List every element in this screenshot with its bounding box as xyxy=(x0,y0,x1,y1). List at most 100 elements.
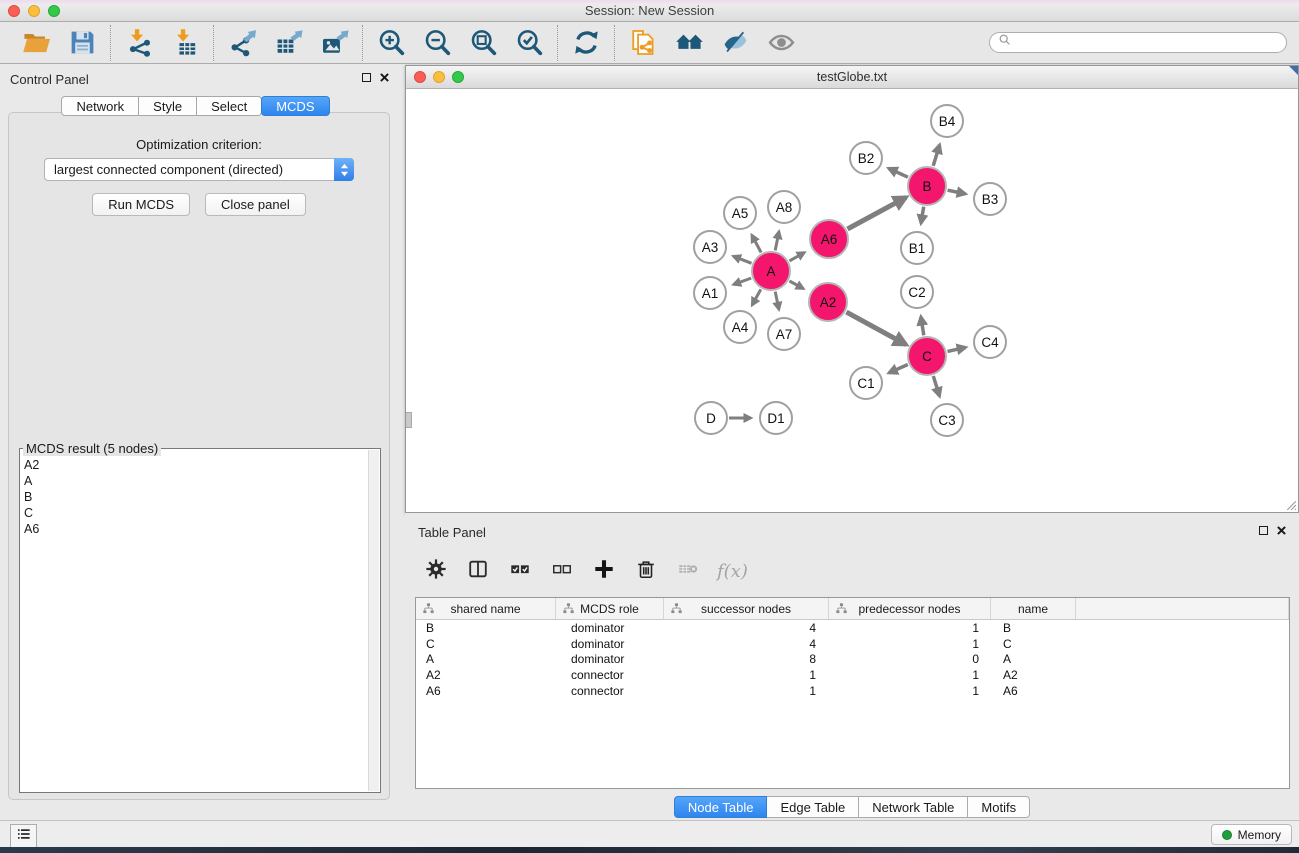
cell[interactable]: 1 xyxy=(829,667,991,683)
mcds-result-item[interactable]: B xyxy=(24,489,366,505)
edge-A-A1[interactable] xyxy=(734,278,752,284)
export-table-button[interactable] xyxy=(271,26,305,60)
import-table-button[interactable] xyxy=(168,26,202,60)
function-builder-button[interactable]: f(x) xyxy=(717,561,748,582)
node-D[interactable]: D xyxy=(694,401,728,435)
column-header-successor-nodes[interactable]: successor nodes xyxy=(664,598,829,619)
cell[interactable]: C xyxy=(991,636,1076,652)
node-A5[interactable]: A5 xyxy=(723,196,757,230)
node-B4[interactable]: B4 xyxy=(930,104,964,138)
edge-C-C1[interactable] xyxy=(889,365,908,373)
cell[interactable]: 4 xyxy=(664,636,829,652)
node-A1[interactable]: A1 xyxy=(693,276,727,310)
cell[interactable]: 0 xyxy=(829,652,991,668)
edge-A6-B[interactable] xyxy=(848,197,906,229)
node-C4[interactable]: C4 xyxy=(973,325,1007,359)
table-row[interactable]: Bdominator41B xyxy=(416,620,1289,636)
tab-motifs[interactable]: Motifs xyxy=(968,796,1030,818)
cell[interactable]: A6 xyxy=(991,683,1076,699)
node-B3[interactable]: B3 xyxy=(973,182,1007,216)
home-view-button[interactable] xyxy=(672,26,706,60)
node-A2[interactable]: A2 xyxy=(808,282,848,322)
edge-B-B3[interactable] xyxy=(948,190,966,194)
edge-B-B4[interactable] xyxy=(933,145,939,166)
close-table-panel-icon[interactable] xyxy=(1277,526,1286,535)
open-session-button[interactable] xyxy=(19,26,53,60)
cell[interactable]: C xyxy=(416,636,556,652)
cell[interactable]: A2 xyxy=(991,667,1076,683)
cell[interactable]: 1 xyxy=(829,683,991,699)
tab-mcds[interactable]: MCDS xyxy=(261,96,329,116)
settings-button[interactable] xyxy=(423,558,449,584)
column-header-name[interactable]: name xyxy=(991,598,1076,619)
show-hide-button[interactable] xyxy=(764,26,798,60)
edge-A-A5[interactable] xyxy=(752,235,761,253)
node-C2[interactable]: C2 xyxy=(900,275,934,309)
edge-A-A2[interactable] xyxy=(789,281,803,289)
tab-select[interactable]: Select xyxy=(197,96,262,116)
delete-row-button[interactable] xyxy=(633,558,659,584)
close-panel-button[interactable]: Close panel xyxy=(205,193,306,216)
table-row[interactable]: A6connector11A6 xyxy=(416,683,1289,699)
task-history-button[interactable] xyxy=(10,824,37,848)
tab-style[interactable]: Style xyxy=(139,96,197,116)
node-C[interactable]: C xyxy=(907,336,947,376)
import-network-button[interactable] xyxy=(122,26,156,60)
clone-network-button[interactable] xyxy=(626,26,660,60)
edge-A2-C[interactable] xyxy=(846,312,906,344)
cell[interactable]: 1 xyxy=(664,667,829,683)
node-D1[interactable]: D1 xyxy=(759,401,793,435)
table-row[interactable]: A2connector11A2 xyxy=(416,667,1289,683)
float-table-panel-icon[interactable] xyxy=(1259,526,1268,535)
cell[interactable]: A xyxy=(416,652,556,668)
cell[interactable]: connector xyxy=(556,683,664,699)
tab-edge-table[interactable]: Edge Table xyxy=(767,796,859,818)
cell[interactable]: B xyxy=(416,620,556,636)
network-canvas[interactable]: B4B2BB3A5A8A6A3B1AA1C2A2A4A7CC4C1C3DD1 xyxy=(406,89,1298,512)
cell[interactable]: 1 xyxy=(664,683,829,699)
node-A[interactable]: A xyxy=(751,251,791,291)
node-A6[interactable]: A6 xyxy=(809,219,849,259)
cell[interactable]: connector xyxy=(556,667,664,683)
run-mcds-button[interactable]: Run MCDS xyxy=(92,193,190,216)
cell[interactable]: B xyxy=(991,620,1076,636)
cell[interactable]: A xyxy=(991,652,1076,668)
mcds-result-item[interactable]: A6 xyxy=(24,521,366,537)
refresh-button[interactable] xyxy=(569,26,603,60)
birdseye-handle[interactable] xyxy=(406,412,412,428)
table-row[interactable]: Cdominator41C xyxy=(416,636,1289,652)
zoom-selected-button[interactable] xyxy=(512,26,546,60)
table-row[interactable]: Adominator80A xyxy=(416,652,1289,668)
deselect-all-button[interactable] xyxy=(549,558,575,584)
memory-button[interactable]: Memory xyxy=(1211,824,1292,845)
cell[interactable]: dominator xyxy=(556,652,664,668)
zoom-in-button[interactable] xyxy=(374,26,408,60)
zoom-out-button[interactable] xyxy=(420,26,454,60)
edge-A-A4[interactable] xyxy=(752,289,761,305)
edge-C-C2[interactable] xyxy=(921,317,924,336)
node-A8[interactable]: A8 xyxy=(767,190,801,224)
search-field[interactable] xyxy=(989,32,1287,53)
tab-network[interactable]: Network xyxy=(61,96,139,116)
edge-A-A8[interactable] xyxy=(775,232,779,251)
cell[interactable]: dominator xyxy=(556,620,664,636)
close-panel-icon[interactable] xyxy=(380,73,389,82)
cell[interactable]: dominator xyxy=(556,636,664,652)
export-network-button[interactable] xyxy=(225,26,259,60)
node-B2[interactable]: B2 xyxy=(849,141,883,175)
result-scrollbar[interactable] xyxy=(368,450,379,791)
node-A4[interactable]: A4 xyxy=(723,310,757,344)
edge-A-A6[interactable] xyxy=(789,253,804,261)
style-preview-button[interactable] xyxy=(718,26,752,60)
float-panel-icon[interactable] xyxy=(362,73,371,82)
cell[interactable]: 1 xyxy=(829,620,991,636)
save-session-button[interactable] xyxy=(65,26,99,60)
export-image-button[interactable] xyxy=(317,26,351,60)
columns-button[interactable] xyxy=(465,558,491,584)
edge-C-C4[interactable] xyxy=(948,347,966,351)
delete-column-button[interactable] xyxy=(675,558,701,584)
zoom-fit-button[interactable] xyxy=(466,26,500,60)
column-header-shared-name[interactable]: shared name xyxy=(416,598,556,619)
select-all-button[interactable] xyxy=(507,558,533,584)
node-C3[interactable]: C3 xyxy=(930,403,964,437)
